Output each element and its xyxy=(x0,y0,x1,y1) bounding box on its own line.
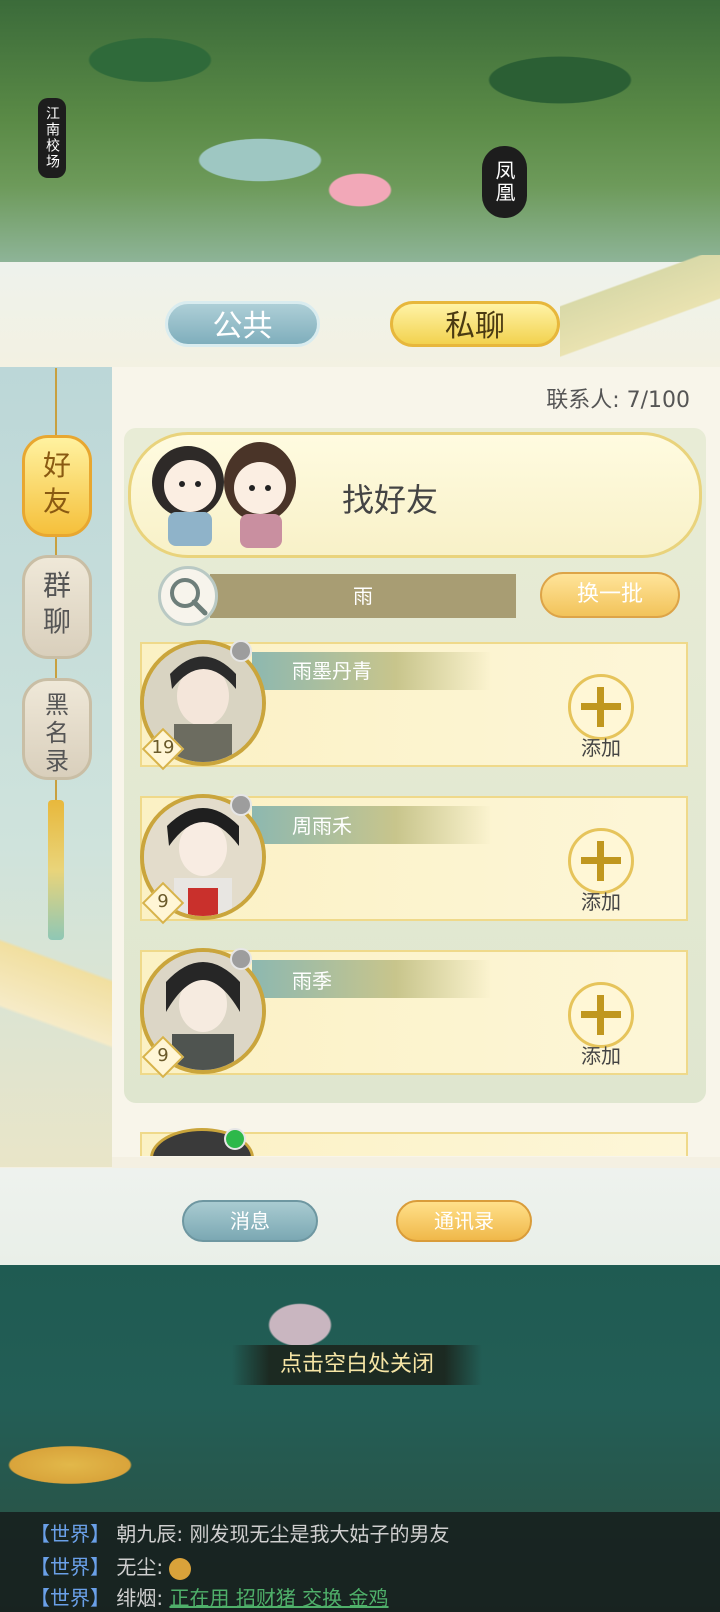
search-icon[interactable] xyxy=(158,566,218,626)
tassel-decoration xyxy=(48,800,64,940)
chat-channel: 【世界】 xyxy=(30,1586,110,1610)
list-item-partial[interactable] xyxy=(140,1128,688,1156)
player-name: 周雨禾 xyxy=(292,814,352,838)
level-number: 9 xyxy=(157,1045,169,1066)
search-input[interactable]: 雨 xyxy=(210,574,516,618)
tab-public[interactable]: 公共 xyxy=(165,301,320,347)
chat-line: 【世界】 绯烟: 正在用 招财猪 交换 金鸡 xyxy=(30,1582,389,1611)
plus-icon xyxy=(581,687,621,727)
add-friend-button[interactable] xyxy=(568,982,634,1048)
offline-status-dot xyxy=(230,640,252,662)
add-friend-label: 添加 xyxy=(581,736,621,760)
chat-message: 刚发现无尘是我大姑子的男友 xyxy=(189,1522,450,1546)
add-friend-button[interactable] xyxy=(568,674,634,740)
address-book-button[interactable]: 通讯录 xyxy=(396,1200,532,1242)
emoji-icon xyxy=(169,1557,192,1580)
location-sign-left: 江南校场 xyxy=(38,98,66,178)
sidebar-item-blacklist[interactable]: 黑名录 xyxy=(22,678,92,780)
online-status-dot xyxy=(224,1128,246,1150)
lantern-string xyxy=(55,658,57,678)
level-number: 19 xyxy=(151,737,175,758)
chat-line: 【世界】 朝九辰: 刚发现无尘是我大姑子的男友 xyxy=(30,1518,449,1547)
name-strip xyxy=(252,960,492,998)
trade-link[interactable]: 正在用 招财猪 交换 金鸡 xyxy=(169,1586,388,1610)
sidebar-item-label: 好友 xyxy=(42,449,71,518)
chat-channel: 【世界】 xyxy=(30,1522,110,1546)
location-sign-right: 凤凰 xyxy=(482,146,527,218)
game-scene-top[interactable] xyxy=(0,0,720,265)
player-name: 雨墨丹青 xyxy=(292,659,372,683)
add-friend-label: 添加 xyxy=(581,890,621,914)
chat-speaker[interactable]: 朝九辰: xyxy=(116,1522,183,1546)
sidebar-item-label: 群聊 xyxy=(42,569,71,638)
add-friend-button[interactable] xyxy=(568,828,634,894)
lantern-string xyxy=(55,368,57,438)
contacts-count: 联系人: 7/100 xyxy=(546,388,690,413)
mountain-decoration xyxy=(560,255,720,365)
chat-speaker[interactable]: 绯烟: xyxy=(116,1586,163,1610)
lantern-string xyxy=(55,535,57,555)
chat-speaker[interactable]: 无尘: xyxy=(116,1555,163,1579)
player-name: 雨季 xyxy=(292,969,332,993)
find-friends-title: 找好友 xyxy=(342,481,439,519)
sidebar-item-friends[interactable]: 好友 xyxy=(22,435,92,537)
name-strip xyxy=(252,652,492,690)
offline-status-dot xyxy=(230,794,252,816)
messages-button[interactable]: 消息 xyxy=(182,1200,318,1242)
close-hint[interactable]: 点击空白处关闭 xyxy=(232,1345,482,1385)
sidebar-item-label: 黑名录 xyxy=(45,691,69,775)
chat-line: 【世界】 无尘: xyxy=(30,1551,192,1580)
name-strip xyxy=(252,806,492,844)
chibi-characters-image xyxy=(152,442,296,548)
tab-private[interactable]: 私聊 xyxy=(390,301,560,347)
chat-channel: 【世界】 xyxy=(30,1555,110,1579)
plus-icon xyxy=(581,841,621,881)
refresh-batch-button[interactable]: 换一批 xyxy=(540,572,680,618)
level-number: 9 xyxy=(157,891,169,912)
offline-status-dot xyxy=(230,948,252,970)
bottom-bar xyxy=(0,1168,720,1266)
plus-icon xyxy=(581,995,621,1035)
sidebar-item-groups[interactable]: 群聊 xyxy=(22,555,92,659)
add-friend-label: 添加 xyxy=(581,1044,621,1068)
